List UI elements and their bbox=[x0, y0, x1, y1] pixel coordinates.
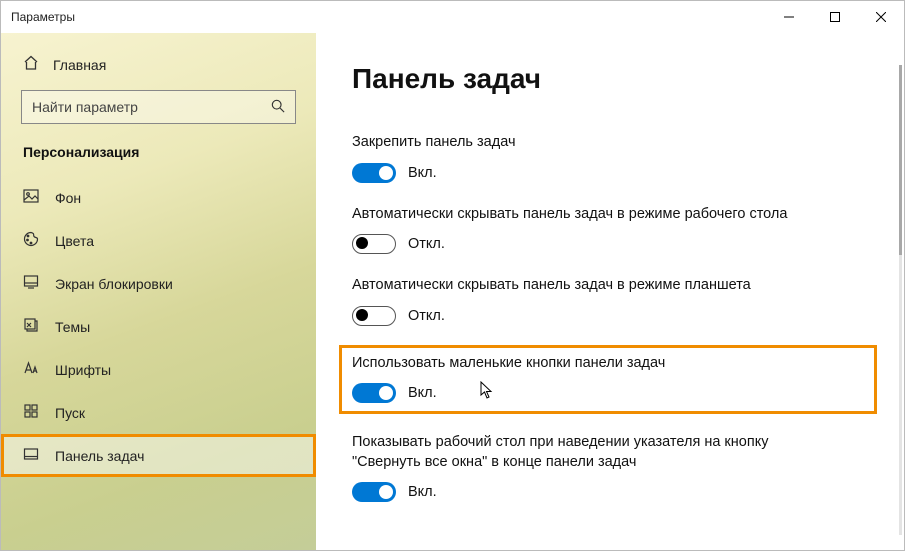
minimize-button[interactable] bbox=[766, 1, 812, 33]
toggle-peek-desktop[interactable] bbox=[352, 482, 396, 502]
toggle-state-label: Откл. bbox=[408, 236, 445, 252]
setting-label: Показывать рабочий стол при наведении ук… bbox=[352, 433, 832, 472]
titlebar: Параметры bbox=[1, 1, 904, 33]
home-icon bbox=[23, 55, 39, 74]
setting-label: Закрепить панель задач bbox=[352, 133, 832, 153]
scrollbar[interactable] bbox=[899, 65, 902, 535]
page-title: Панель задач bbox=[352, 63, 864, 95]
setting-autohide-desktop: Автоматически скрывать панель задач в ре… bbox=[352, 205, 864, 255]
sidebar-item-background[interactable]: Фон bbox=[1, 176, 316, 219]
window-title: Параметры bbox=[11, 10, 75, 24]
setting-lock-taskbar: Закрепить панель задач Вкл. bbox=[352, 133, 864, 183]
cursor-icon bbox=[480, 381, 494, 402]
setting-small-buttons: Использовать маленькие кнопки панели зад… bbox=[342, 348, 874, 412]
palette-icon bbox=[23, 231, 39, 250]
sidebar-item-colors[interactable]: Цвета bbox=[1, 219, 316, 262]
sidebar-item-label: Темы bbox=[55, 319, 90, 335]
home-label: Главная bbox=[53, 57, 106, 73]
sidebar-item-fonts[interactable]: Шрифты bbox=[1, 348, 316, 391]
toggle-state-label: Вкл. bbox=[408, 165, 437, 181]
scrollbar-thumb[interactable] bbox=[899, 65, 902, 255]
search-placeholder: Найти параметр bbox=[32, 99, 271, 115]
sidebar-item-taskbar[interactable]: Панель задач bbox=[1, 434, 316, 477]
toggle-autohide-desktop[interactable] bbox=[352, 234, 396, 254]
setting-peek-desktop: Показывать рабочий стол при наведении ук… bbox=[352, 433, 864, 502]
toggle-lock-taskbar[interactable] bbox=[352, 163, 396, 183]
sidebar-item-label: Фон bbox=[55, 190, 81, 206]
setting-label: Автоматически скрывать панель задач в ре… bbox=[352, 205, 832, 225]
sidebar-item-label: Шрифты bbox=[55, 362, 111, 378]
home-link[interactable]: Главная bbox=[1, 47, 316, 88]
section-title: Персонализация bbox=[1, 142, 316, 176]
picture-icon bbox=[23, 188, 39, 207]
setting-label: Автоматически скрывать панель задач в ре… bbox=[352, 276, 832, 296]
lockscreen-icon bbox=[23, 274, 39, 293]
toggle-state-label: Вкл. bbox=[408, 484, 437, 500]
content-area: Панель задач Закрепить панель задач Вкл.… bbox=[316, 33, 904, 550]
toggle-small-buttons[interactable] bbox=[352, 383, 396, 403]
themes-icon bbox=[23, 317, 39, 336]
toggle-state-label: Вкл. bbox=[408, 385, 437, 401]
close-button[interactable] bbox=[858, 1, 904, 33]
search-input[interactable]: Найти параметр bbox=[21, 90, 296, 124]
sidebar-item-themes[interactable]: Темы bbox=[1, 305, 316, 348]
sidebar-item-label: Экран блокировки bbox=[55, 276, 173, 292]
setting-label: Использовать маленькие кнопки панели зад… bbox=[352, 354, 832, 374]
sidebar-item-lockscreen[interactable]: Экран блокировки bbox=[1, 262, 316, 305]
sidebar-item-label: Цвета bbox=[55, 233, 94, 249]
start-icon bbox=[23, 403, 39, 422]
sidebar-nav: Фон Цвета bbox=[1, 176, 316, 477]
toggle-state-label: Откл. bbox=[408, 308, 445, 324]
sidebar-item-label: Панель задач bbox=[55, 448, 144, 464]
maximize-button[interactable] bbox=[812, 1, 858, 33]
taskbar-icon bbox=[23, 446, 39, 465]
sidebar-item-start[interactable]: Пуск bbox=[1, 391, 316, 434]
sidebar-item-label: Пуск bbox=[55, 405, 85, 421]
fonts-icon bbox=[23, 360, 39, 379]
settings-window: Параметры Главная Найти параметр bbox=[0, 0, 905, 551]
toggle-autohide-tablet[interactable] bbox=[352, 306, 396, 326]
search-icon bbox=[271, 99, 285, 116]
sidebar: Главная Найти параметр Персонализация bbox=[1, 33, 316, 550]
setting-autohide-tablet: Автоматически скрывать панель задач в ре… bbox=[352, 276, 864, 326]
